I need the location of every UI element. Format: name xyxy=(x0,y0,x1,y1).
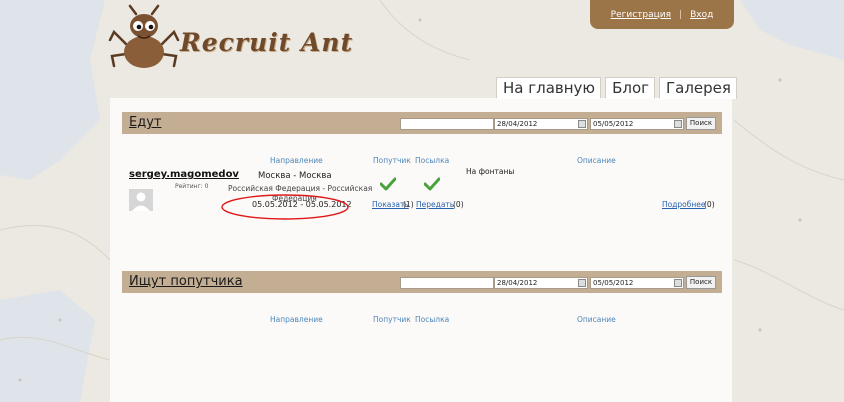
tab-blog[interactable]: Блог xyxy=(605,77,655,99)
seeking-section-title[interactable]: Ищут попутчика xyxy=(129,274,243,289)
going-date-to-input[interactable]: 05/05/2012 xyxy=(590,118,684,130)
route-text: Москва - Москва xyxy=(258,171,332,181)
going-search-button[interactable]: Поиск xyxy=(686,117,716,130)
col-direction: Направление xyxy=(270,156,323,165)
register-link[interactable]: Регистрация xyxy=(611,10,671,20)
going-section-title[interactable]: Едут xyxy=(129,115,161,130)
tab-gallery[interactable]: Галерея xyxy=(659,77,737,99)
companion-check-icon xyxy=(380,177,396,191)
col-description: Описание xyxy=(577,156,616,165)
seeking-date-to-input[interactable]: 05/05/2012 xyxy=(590,277,684,289)
highlight-oval xyxy=(221,194,349,220)
going-date-from-input[interactable]: 28/04/2012 xyxy=(494,118,588,130)
country-line1: Российская Федерация - Российская xyxy=(228,184,373,193)
going-section-header: Едут 28/04/2012 05/05/2012 Поиск xyxy=(122,112,722,134)
send-count: (0) xyxy=(453,200,464,209)
content-panel xyxy=(110,98,732,402)
col-direction: Направление xyxy=(270,315,323,324)
trip-note: На фонтаны xyxy=(466,167,515,176)
auth-separator: | xyxy=(679,9,683,20)
more-link[interactable]: Подробнее xyxy=(662,200,706,209)
calendar-icon[interactable] xyxy=(578,279,586,287)
col-parcel: Посылка xyxy=(415,156,450,165)
seeking-date-from-input[interactable]: 28/04/2012 xyxy=(494,277,588,289)
going-location-input[interactable] xyxy=(400,118,494,130)
parcel-check-icon xyxy=(424,177,440,191)
avatar[interactable] xyxy=(129,189,153,211)
calendar-icon[interactable] xyxy=(674,120,682,128)
main-nav: На главную Блог Галерея xyxy=(496,77,737,99)
seeking-search-button[interactable]: Поиск xyxy=(686,276,716,289)
col-parcel: Посылка xyxy=(415,315,450,324)
tab-home[interactable]: На главную xyxy=(496,77,602,99)
col-companion: Попутчик xyxy=(373,156,411,165)
user-rating: Рейтинг: 0 xyxy=(175,183,209,190)
user-profile-link[interactable]: sergey.magomedov xyxy=(129,169,239,180)
seeking-location-input[interactable] xyxy=(400,277,494,289)
auth-bar: Регистрация | Вход xyxy=(590,0,734,29)
login-link[interactable]: Вход xyxy=(690,10,713,20)
more-count: (0) xyxy=(704,200,715,209)
calendar-icon[interactable] xyxy=(578,120,586,128)
logo-wordmark[interactable]: Recruit Ant xyxy=(180,28,353,57)
seeking-section-header: Ищут попутчика 28/04/2012 05/05/2012 Пои… xyxy=(122,271,722,293)
show-count: (1) xyxy=(403,200,414,209)
col-companion: Попутчик xyxy=(373,315,411,324)
calendar-icon[interactable] xyxy=(674,279,682,287)
send-link[interactable]: Передать xyxy=(416,200,454,209)
col-description: Описание xyxy=(577,315,616,324)
